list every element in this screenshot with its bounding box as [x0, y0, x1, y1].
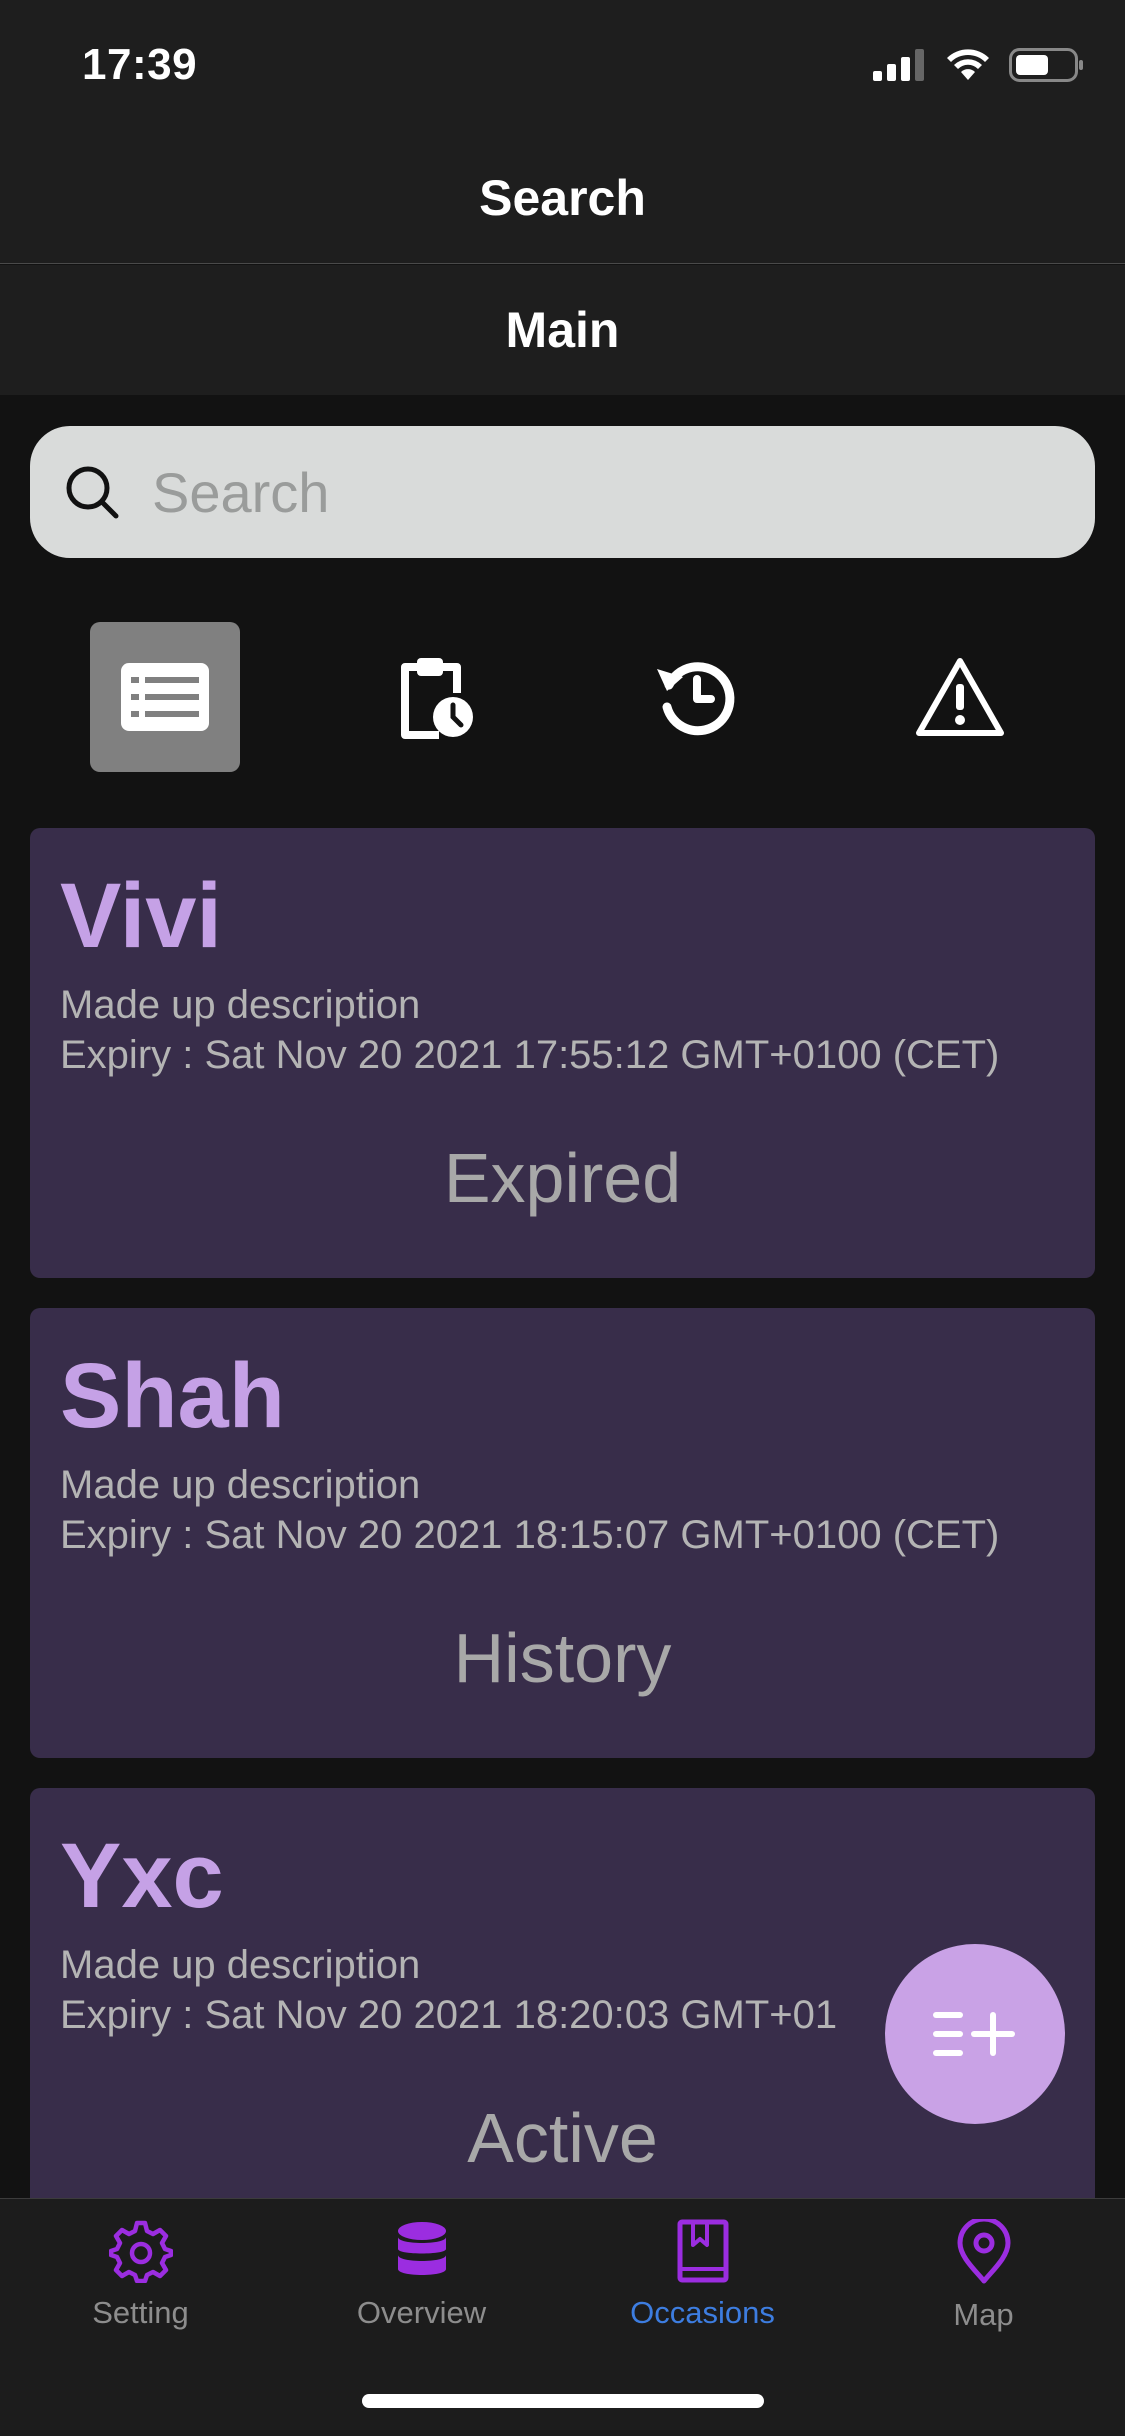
occasion-description: Made up description [60, 983, 421, 1027]
database-icon [397, 2222, 446, 2275]
occasion-expiry: Expiry : Sat Nov 20 2021 18:20:03 GMT+01 [60, 1993, 838, 2037]
status-bar: 17:39 [0, 0, 1125, 132]
occasion-title: Shah [60, 1345, 285, 1447]
filter-all-button[interactable] [90, 622, 240, 772]
search-icon [66, 466, 119, 519]
occasion-card[interactable]: Shah Made up description Expiry : Sat No… [30, 1308, 1095, 1758]
subheader: Main [0, 265, 1125, 395]
status-time: 17:39 [82, 40, 198, 89]
occasion-description: Made up description [60, 1463, 421, 1507]
home-indicator [362, 2394, 764, 2408]
list-icon [121, 663, 209, 731]
tab-map[interactable]: Map [843, 2219, 1124, 2369]
clipboard-clock-icon [401, 658, 473, 739]
map-pin-icon [957, 2219, 1010, 2284]
filter-pending-button[interactable] [360, 622, 510, 772]
add-occasion-button[interactable] [885, 1944, 1065, 2124]
occasion-title: Yxc [60, 1825, 224, 1927]
filter-row [0, 622, 1125, 772]
occasion-expiry: Expiry : Sat Nov 20 2021 17:55:12 GMT+01… [60, 1033, 1000, 1077]
cellular-signal-icon [873, 49, 924, 81]
header: Search [0, 132, 1125, 264]
occasion-title: Vivi [60, 865, 222, 967]
tab-label: Setting [92, 2295, 189, 2330]
gear-icon [108, 2220, 173, 2283]
occasion-status: Expired [443, 1139, 682, 1217]
filter-history-button[interactable] [620, 622, 770, 772]
battery-icon [1009, 48, 1083, 82]
search-input[interactable] [152, 459, 1032, 525]
section-title: Main [505, 302, 620, 358]
filter-warning-button[interactable] [885, 622, 1035, 772]
warning-icon [916, 658, 1004, 736]
occasion-status: History [453, 1619, 672, 1697]
tab-setting[interactable]: Setting [0, 2219, 281, 2369]
status-icons [873, 48, 1085, 82]
page-title: Search [479, 169, 646, 226]
tab-label: Occasions [630, 2295, 775, 2330]
history-icon [657, 662, 735, 736]
search-bar[interactable] [30, 426, 1095, 558]
tab-occasions[interactable]: Occasions [562, 2219, 843, 2369]
occasion-description: Made up description [60, 1943, 421, 1987]
tab-label: Overview [356, 2295, 487, 2330]
occasion-card[interactable]: Vivi Made up description Expiry : Sat No… [30, 828, 1095, 1278]
occasion-expiry: Expiry : Sat Nov 20 2021 18:15:07 GMT+01… [60, 1513, 1000, 1557]
tab-label: Map [953, 2297, 1014, 2332]
tab-overview[interactable]: Overview [281, 2219, 562, 2369]
add-list-icon [933, 2012, 1015, 2056]
book-icon [677, 2219, 728, 2283]
wifi-icon [947, 49, 989, 80]
